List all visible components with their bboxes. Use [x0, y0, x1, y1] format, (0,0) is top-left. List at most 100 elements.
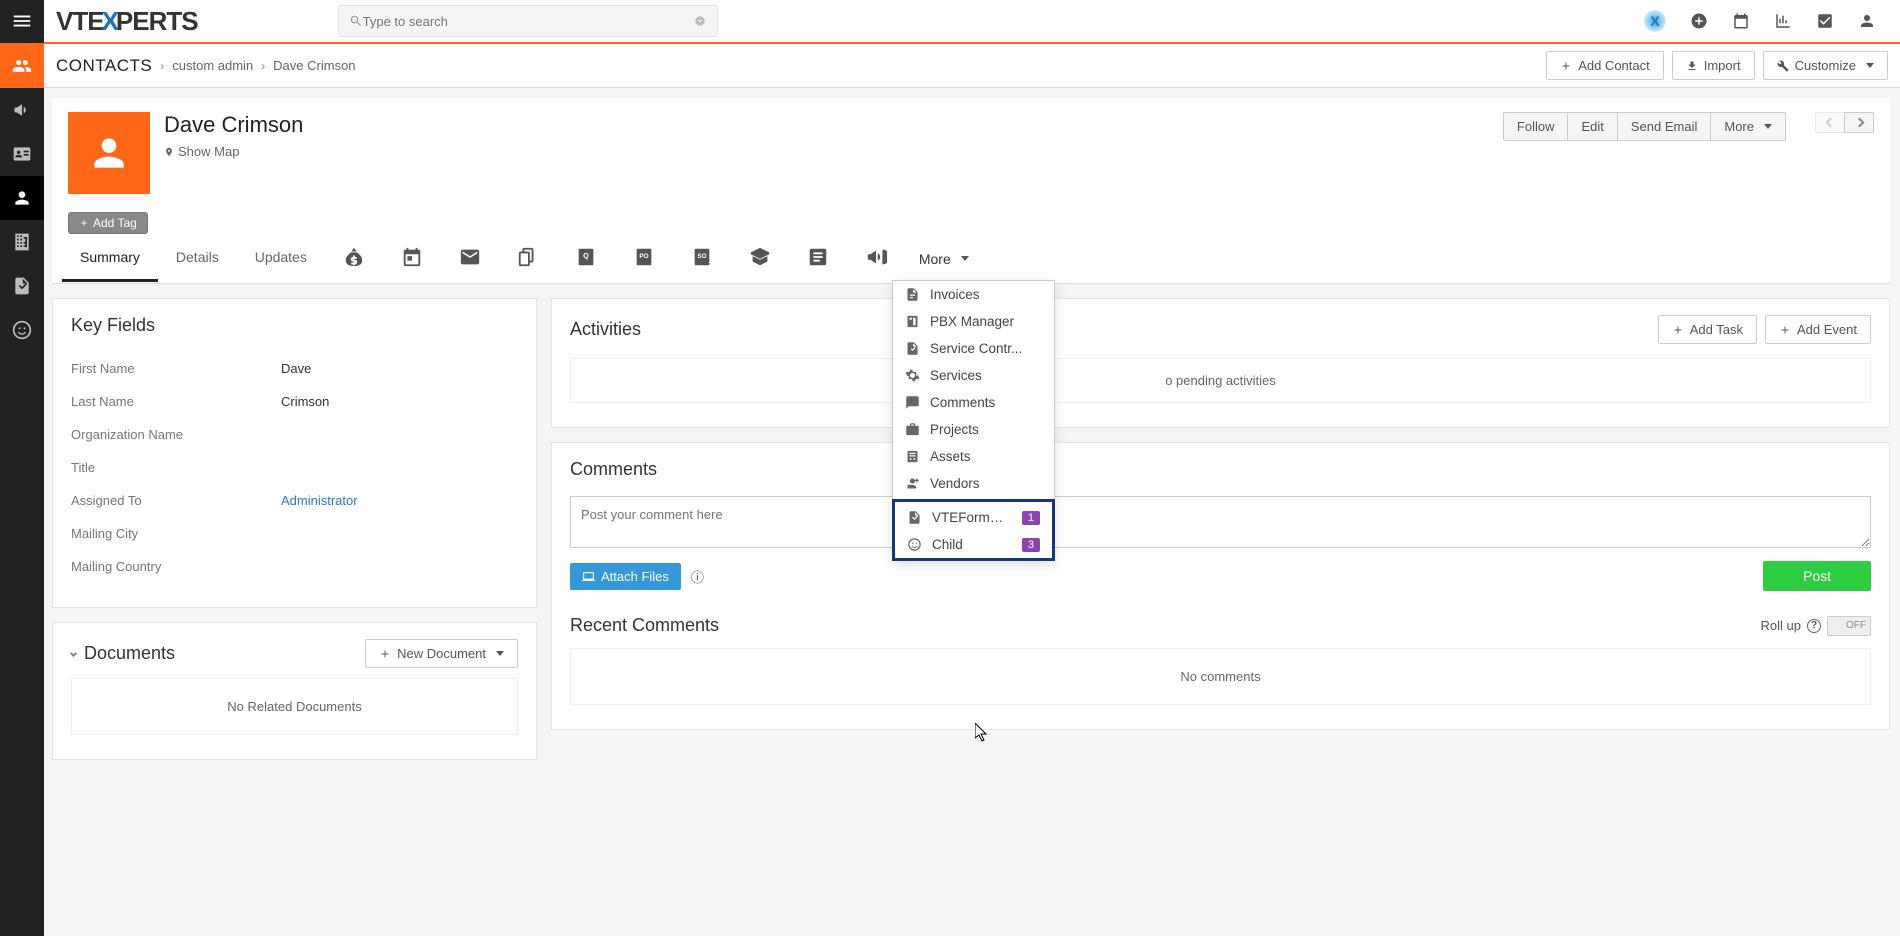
dropdown-assets[interactable]: Assets	[893, 443, 1054, 470]
rollup-control: Roll up ? OFF	[1761, 616, 1871, 636]
key-value-link[interactable]: Administrator	[281, 493, 358, 508]
box-open-icon	[749, 246, 771, 268]
tabs-row: Summary Details Updates Q PO SO More Inv…	[52, 234, 1890, 284]
megaphone-icon	[12, 100, 32, 120]
form-icon	[12, 276, 32, 296]
breadcrumb-filter[interactable]: custom admin	[172, 58, 253, 73]
info-icon[interactable]: ⓘ	[691, 567, 704, 586]
record-more-button[interactable]: More	[1710, 112, 1786, 141]
add-event-label: Add Event	[1797, 322, 1857, 337]
dropdown-comments[interactable]: Comments	[893, 389, 1054, 416]
documents-toggle[interactable]: Documents	[71, 643, 175, 664]
edit-button[interactable]: Edit	[1567, 112, 1617, 141]
follow-button[interactable]: Follow	[1503, 112, 1569, 141]
tab-campaigns[interactable]	[847, 234, 905, 283]
key-label: Assigned To	[71, 493, 281, 508]
dropdown-invoices[interactable]: Invoices	[893, 281, 1054, 308]
tab-email[interactable]	[441, 234, 499, 283]
global-search[interactable]	[338, 5, 718, 37]
tab-documents[interactable]	[499, 234, 557, 283]
money-bag-icon	[343, 246, 365, 268]
key-value[interactable]: Crimson	[281, 394, 329, 409]
chevron-down-icon	[70, 650, 77, 657]
comments-title: Comments	[570, 459, 1871, 480]
tab-calendar[interactable]	[383, 234, 441, 283]
comment-input[interactable]	[570, 496, 1871, 548]
avatar-icon	[87, 131, 131, 175]
key-label: Mailing Country	[71, 559, 281, 574]
add-tag-button[interactable]: Add Tag	[68, 212, 148, 234]
help-icon[interactable]: ?	[1807, 619, 1821, 633]
key-label: Mailing City	[71, 526, 281, 541]
nav-contact-single[interactable]	[0, 176, 44, 220]
vtexperts-icon[interactable]: X	[1644, 10, 1666, 32]
tab-more[interactable]: More	[905, 237, 983, 281]
post-button[interactable]: Post	[1763, 561, 1871, 591]
tab-summary[interactable]: Summary	[62, 235, 158, 282]
hamburger-menu[interactable]	[0, 0, 44, 43]
show-map-link[interactable]: Show Map	[164, 144, 239, 159]
search-icon	[349, 14, 363, 28]
dropdown-services[interactable]: Services	[893, 362, 1054, 389]
plus-icon	[1672, 324, 1684, 336]
key-row-first-name: First NameDave	[71, 352, 518, 385]
customize-button[interactable]: Customize	[1763, 51, 1888, 80]
breadcrumb-bar: CONTACTS › custom admin › Dave Crimson A…	[44, 44, 1900, 88]
nav-child[interactable]	[0, 308, 44, 352]
nav-forms[interactable]	[0, 264, 44, 308]
checkbox-icon[interactable]	[1816, 12, 1834, 30]
note-icon	[807, 246, 829, 268]
next-record-button[interactable]	[1844, 112, 1874, 133]
breadcrumb-record[interactable]: Dave Crimson	[273, 58, 355, 73]
dropdown-vteformsub[interactable]: VTEFormSub...1	[895, 504, 1052, 531]
tab-money[interactable]	[325, 234, 383, 283]
caret-down-icon	[496, 651, 504, 656]
tab-details[interactable]: Details	[158, 235, 237, 282]
megaphone-icon	[865, 246, 887, 268]
tab-notes[interactable]	[789, 234, 847, 283]
prev-record-button[interactable]	[1815, 112, 1845, 133]
user-icon[interactable]	[1858, 12, 1876, 30]
dropdown-projects[interactable]: Projects	[893, 416, 1054, 443]
documents-empty: No Related Documents	[71, 678, 518, 735]
add-event-button[interactable]: Add Event	[1765, 315, 1871, 344]
caret-down-icon	[961, 256, 969, 261]
smile-icon	[12, 320, 32, 340]
dropdown-vendors[interactable]: Vendors	[893, 470, 1054, 497]
add-contact-button[interactable]: Add Contact	[1546, 51, 1664, 80]
new-document-label: New Document	[397, 646, 486, 661]
dropdown-pbx[interactable]: PBX Manager	[893, 308, 1054, 335]
nav-organizations[interactable]	[0, 220, 44, 264]
new-document-button[interactable]: New Document	[365, 639, 518, 668]
key-value[interactable]: Dave	[281, 361, 311, 376]
breadcrumb-module[interactable]: CONTACTS	[56, 56, 152, 76]
plus-circle-icon[interactable]	[1690, 12, 1708, 30]
comments-panel: Comments Attach Files ⓘ Post Recent Comm…	[551, 442, 1890, 730]
add-task-label: Add Task	[1690, 322, 1743, 337]
import-button[interactable]: Import	[1672, 51, 1755, 80]
dropdown-label: Assets	[930, 449, 1042, 464]
tab-so[interactable]: SO	[673, 234, 731, 283]
tab-updates[interactable]: Updates	[237, 235, 325, 282]
tab-quote[interactable]: Q	[557, 234, 615, 283]
tab-products[interactable]	[731, 234, 789, 283]
send-email-button[interactable]: Send Email	[1617, 112, 1711, 141]
nav-idcard[interactable]	[0, 132, 44, 176]
chevron-down-icon[interactable]	[693, 14, 707, 28]
chart-icon[interactable]	[1774, 12, 1792, 30]
dropdown-service-contracts[interactable]: Service Contr...	[893, 335, 1054, 362]
calendar-icon[interactable]	[1732, 12, 1750, 30]
tab-po[interactable]: PO	[615, 234, 673, 283]
add-task-button[interactable]: Add Task	[1658, 315, 1757, 344]
search-input[interactable]	[363, 14, 693, 29]
dropdown-child[interactable]: Child3	[895, 531, 1052, 558]
id-card-icon	[12, 144, 32, 164]
attach-files-button[interactable]: Attach Files	[570, 563, 681, 590]
rollup-toggle[interactable]: OFF	[1827, 616, 1871, 636]
key-row-assigned: Assigned ToAdministrator	[71, 484, 518, 517]
nav-contacts[interactable]	[0, 44, 44, 88]
nav-campaigns[interactable]	[0, 88, 44, 132]
dropdown-label: Child	[932, 537, 1012, 552]
building-icon	[12, 232, 32, 252]
users-icon	[12, 56, 32, 76]
